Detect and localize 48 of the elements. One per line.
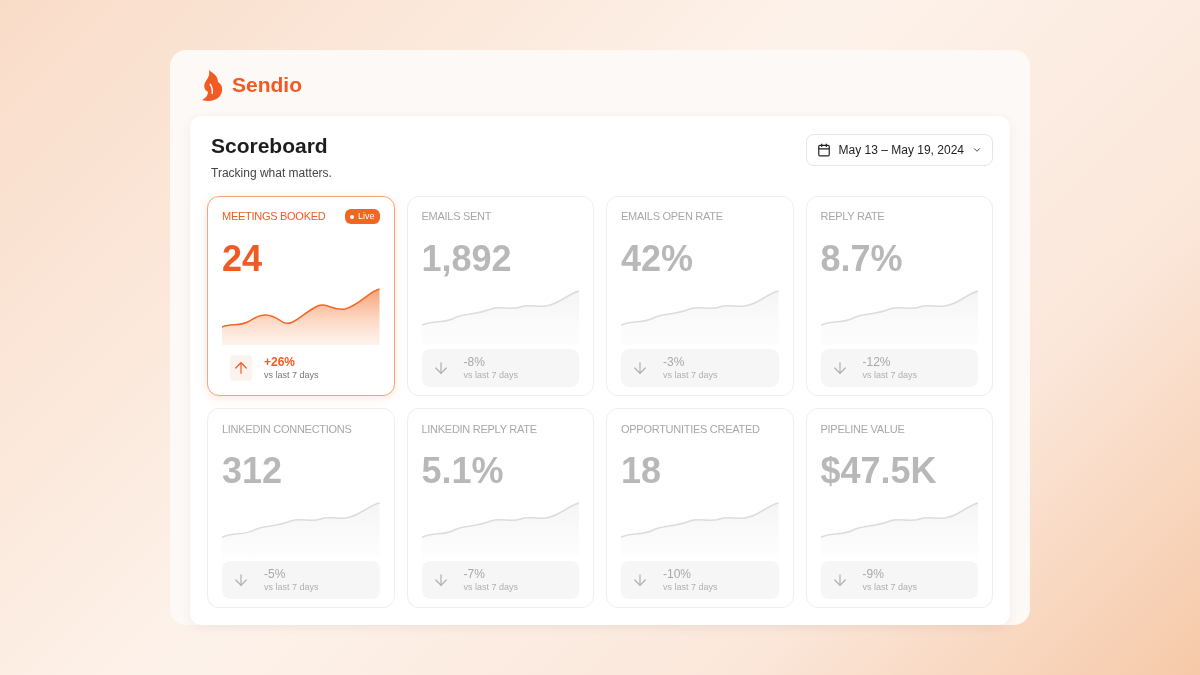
metric-card[interactable]: LINKEDIN REPLY RATE 5.1% -7% vs last 7 days xyxy=(406,407,594,608)
metric-value: 312 xyxy=(222,452,284,489)
metric-label: MEETINGS BOOKED xyxy=(222,209,326,225)
change-value: -9% xyxy=(862,566,885,582)
metric-label: LINKEDIN CONNECTIONS xyxy=(222,421,352,437)
change-value: -10% xyxy=(663,566,692,582)
change-period: vs last 7 days xyxy=(663,581,718,593)
change-period: vs last 7 days xyxy=(264,369,319,381)
metric-value: 24 xyxy=(222,240,264,277)
metric-label: EMAILS SENT xyxy=(421,209,492,225)
change-period: vs last 7 days xyxy=(463,369,519,381)
metric-card[interactable]: OPPORTUNITIES CREATED 18 -10% vs last 7 days xyxy=(606,407,794,608)
brand-name: Sendio xyxy=(232,72,302,99)
metric-label: REPLY RATE xyxy=(820,209,885,225)
metric-card[interactable]: LINKEDIN CONNECTIONS 312 -5% vs last 7 days xyxy=(207,407,395,608)
change-value: -5% xyxy=(264,566,287,582)
metric-value: 1,892 xyxy=(421,240,513,277)
metric-card[interactable]: PIPELINE VALUE $47.5K -9% vs last 7 days xyxy=(805,407,993,608)
change-period: vs last 7 days xyxy=(862,581,918,593)
metric-value: 42% xyxy=(621,240,695,277)
date-range-picker[interactable]: May 13 – May 19, 2024 xyxy=(805,134,993,166)
metric-label: EMAILS OPEN RATE xyxy=(621,209,723,225)
live-badge: Live xyxy=(345,208,380,225)
metric-label: PIPELINE VALUE xyxy=(820,421,905,437)
metric-card[interactable]: MEETINGS BOOKED Live 24 +26% vs last 7 days xyxy=(207,195,395,396)
change-period: vs last 7 days xyxy=(663,369,718,381)
metric-value: $47.5K xyxy=(820,452,938,489)
change-value: -3% xyxy=(663,354,686,370)
change-value: -12% xyxy=(862,354,892,370)
calendar-icon xyxy=(816,143,831,157)
metric-card[interactable]: EMAILS SENT 1,892 -8% vs last 7 days xyxy=(406,195,594,396)
page-subtitle: Tracking what matters. xyxy=(211,164,332,182)
change-period: vs last 7 days xyxy=(463,581,519,593)
metric-value: 18 xyxy=(621,452,663,489)
metric-label: LINKEDIN REPLY RATE xyxy=(421,421,537,437)
change-value: -7% xyxy=(463,566,486,582)
change-period: vs last 7 days xyxy=(862,369,918,381)
chevron-down-icon xyxy=(972,145,982,155)
change-value: +26% xyxy=(264,354,297,370)
metric-label: OPPORTUNITIES CREATED xyxy=(621,421,760,437)
change-value: -8% xyxy=(463,354,486,370)
change-period: vs last 7 days xyxy=(264,581,319,593)
metric-card[interactable]: EMAILS OPEN RATE 42% -3% vs last 7 days xyxy=(606,195,794,396)
metric-value: 5.1% xyxy=(421,452,505,489)
page-title: Scoreboard xyxy=(211,133,329,159)
metric-value: 8.7% xyxy=(820,240,904,277)
arrow-up-icon xyxy=(230,354,252,381)
metric-card[interactable]: REPLY RATE 8.7% -12% vs last 7 days xyxy=(805,195,993,396)
